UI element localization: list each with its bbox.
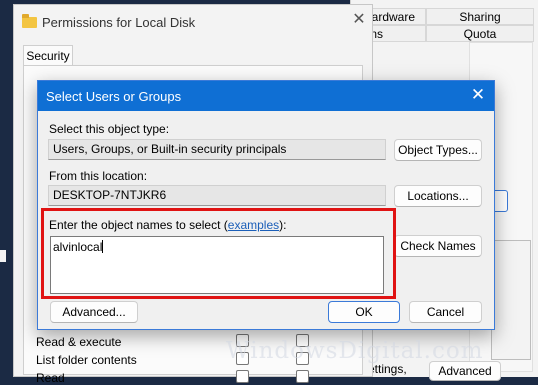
permission-row-read: Read <box>36 371 65 385</box>
dialog-title: Select Users or Groups <box>46 89 182 104</box>
locations-button[interactable]: Locations... <box>394 185 482 207</box>
select-users-dialog: Select Users or Groups ✕ Select this obj… <box>37 80 495 330</box>
background-edge-fragment <box>0 250 6 262</box>
close-icon[interactable]: ✕ <box>469 86 487 104</box>
background-list-box <box>491 240 531 360</box>
tab-quota[interactable]: Quota <box>426 25 534 42</box>
ok-button[interactable]: OK <box>328 301 400 323</box>
tab-sharing[interactable]: Sharing <box>426 8 534 25</box>
check-names-button[interactable]: Check Names <box>394 235 482 257</box>
location-label: From this location: <box>49 169 148 183</box>
object-type-field: Users, Groups, or Built-in security prin… <box>48 139 386 160</box>
location-field: DESKTOP-7NTJKR6 <box>48 185 386 206</box>
folder-icon <box>22 14 37 28</box>
tab-security[interactable]: Security <box>23 45 73 66</box>
close-icon[interactable]: ✕ <box>351 12 367 28</box>
object-type-label: Select this object type: <box>49 122 170 136</box>
advanced-button[interactable]: Advanced... <box>50 301 138 323</box>
highlight-frame <box>41 208 396 299</box>
background-advanced-button[interactable]: Advanced <box>429 361 501 381</box>
watermark-logo: WindowsDigital.com <box>226 338 484 364</box>
cancel-button[interactable]: Cancel <box>409 301 482 323</box>
permission-row-list-folder: List folder contents <box>36 353 137 367</box>
object-types-button[interactable]: Object Types... <box>394 139 482 161</box>
permissions-window-title: Permissions for Local Disk <box>42 15 196 30</box>
background-settings-text: ettings, <box>368 362 407 376</box>
dialog-title-bar: Select Users or Groups ✕ <box>38 81 494 111</box>
permission-row-read-execute: Read & execute <box>36 335 122 349</box>
